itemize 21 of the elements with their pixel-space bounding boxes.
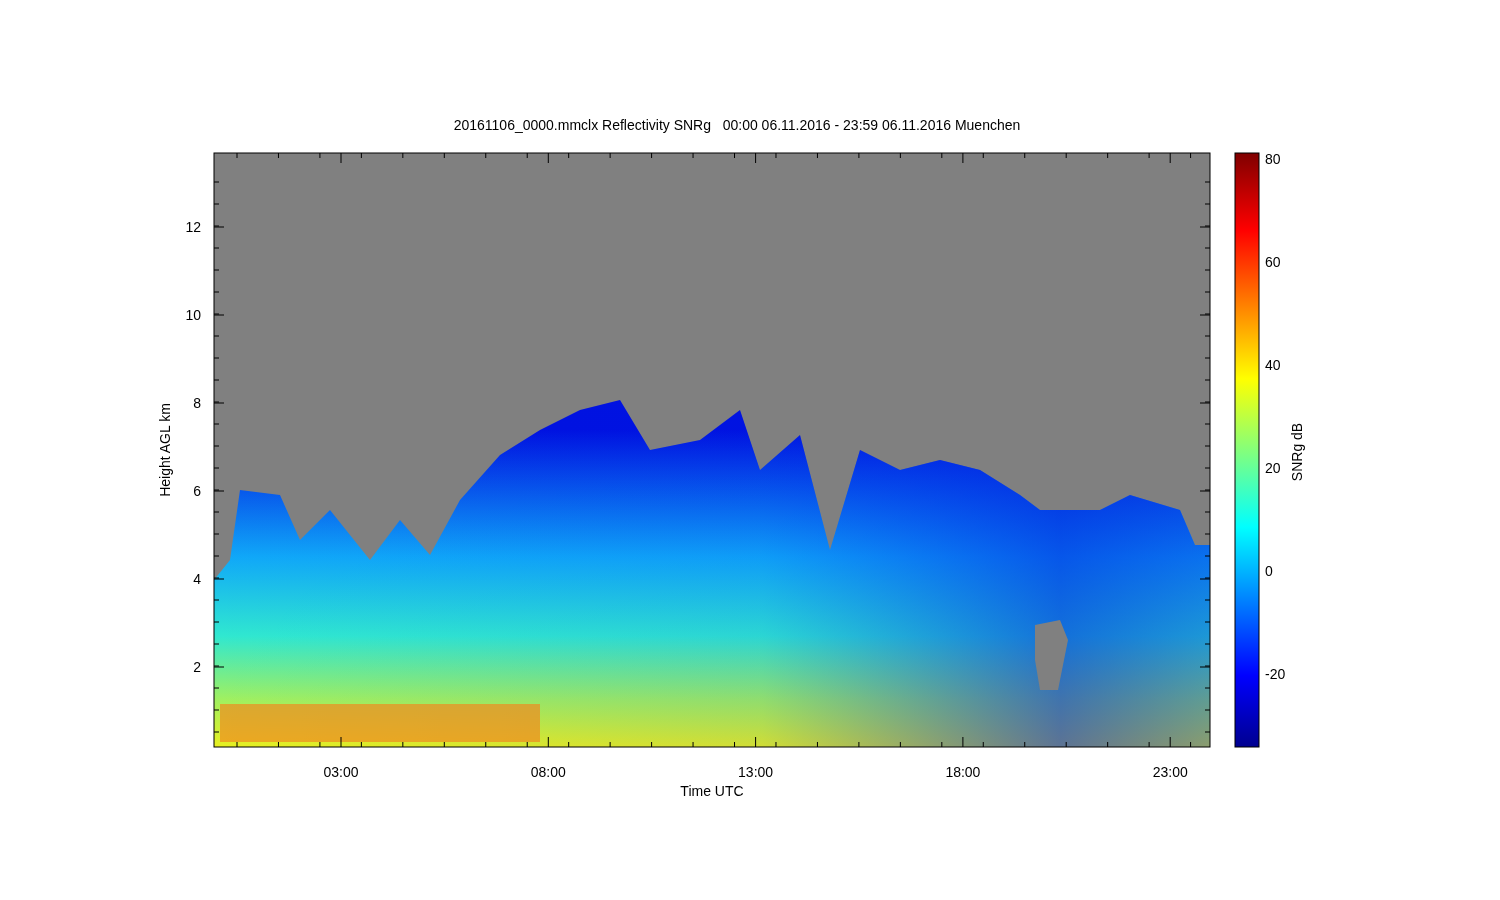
y-tick-label: 8 — [193, 395, 201, 411]
x-tick-label: 13:00 — [738, 764, 774, 780]
x-tick-label: 23:00 — [1152, 764, 1188, 780]
plot-title: 20161106_0000.mmclx Reflectivity SNRg 00:00 06.11.2016 - 23:59 06.11.2016 Muenchen — [453, 117, 1021, 133]
colorbar-tick-label: 60 — [1265, 254, 1281, 270]
y-axis-label: Height AGL km — [157, 403, 173, 497]
colorbar-tick-label: 20 — [1265, 460, 1281, 476]
colorbar-tick-label: -20 — [1265, 666, 1286, 682]
x-tick-label: 03:00 — [323, 764, 359, 780]
y-tick-label: 10 — [185, 307, 201, 323]
y-tick-label: 6 — [193, 483, 201, 499]
x-tick-label: 08:00 — [530, 764, 566, 780]
x-tick-label: 18:00 — [945, 764, 981, 780]
colorbar-label: SNRg dB — [1289, 422, 1305, 482]
colorbar-tick-label: 80 — [1265, 151, 1281, 167]
y-tick-label: 2 — [193, 659, 201, 675]
x-axis-label: Time UTC — [680, 783, 744, 799]
colorbar-tick-label: 0 — [1265, 563, 1273, 579]
y-tick-label: 4 — [193, 571, 201, 587]
colorbar-tick-label: 40 — [1265, 357, 1281, 373]
y-tick-label: 12 — [185, 219, 201, 235]
